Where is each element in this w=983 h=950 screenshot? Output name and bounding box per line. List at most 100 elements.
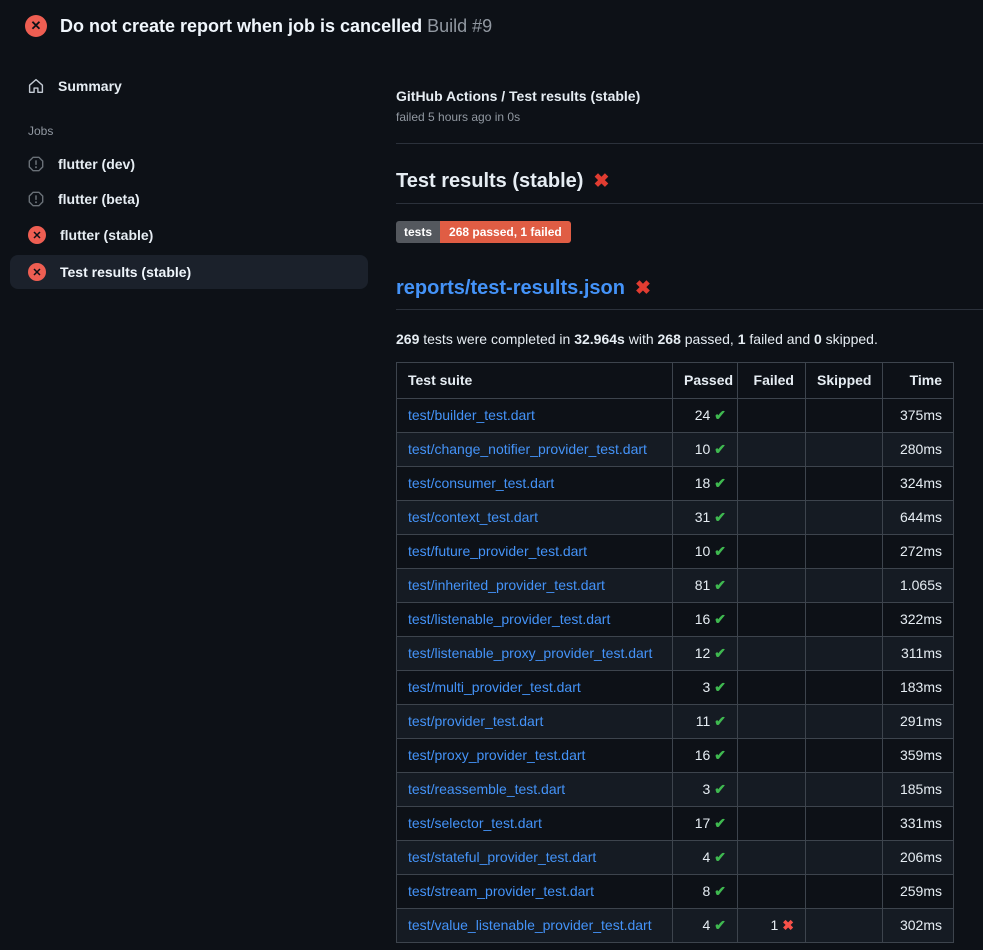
failed-cell <box>738 501 806 535</box>
time-cell: 291ms <box>883 705 954 739</box>
table-row: test/stream_provider_test.dart8✔259ms <box>397 875 954 909</box>
skipped-cell <box>806 773 883 807</box>
failed-cell <box>738 875 806 909</box>
test-suite-link[interactable]: test/change_notifier_provider_test.dart <box>408 441 647 457</box>
failed-x-circle-icon: ✕ <box>25 15 47 37</box>
run-meta: failed 5 hours ago in 0s <box>396 110 983 124</box>
passed-cell: 11✔ <box>673 705 738 739</box>
time-cell: 324ms <box>883 467 954 501</box>
suite-cell: test/context_test.dart <box>397 501 673 535</box>
failed-x-circle-icon: ✕ <box>28 226 46 244</box>
time-cell: 644ms <box>883 501 954 535</box>
summary-segment: 0 <box>814 331 822 347</box>
table-row: test/builder_test.dart24✔375ms <box>397 399 954 433</box>
suite-cell: test/reassemble_test.dart <box>397 773 673 807</box>
sidebar-item-test-results-stable[interactable]: ✕ Test results (stable) <box>10 255 368 289</box>
badge-label: tests <box>396 221 440 243</box>
sidebar-item-summary[interactable]: Summary <box>10 70 368 102</box>
run-header: ✕ Do not create report when job is cance… <box>0 0 983 50</box>
table-header-row: Test suite Passed Failed Skipped Time <box>397 363 954 399</box>
time-cell: 359ms <box>883 739 954 773</box>
report-file-link[interactable]: reports/test-results.json <box>396 277 625 300</box>
test-suite-link[interactable]: test/listenable_proxy_provider_test.dart <box>408 645 652 661</box>
cross-icon: ✖ <box>782 917 794 933</box>
table-row: test/provider_test.dart 11✔ 291ms <box>397 705 954 739</box>
skipped-cell <box>806 705 883 739</box>
test-suite-link[interactable]: test/stateful_provider_test.dart <box>408 849 596 865</box>
time-cell: 280ms <box>883 433 954 467</box>
passed-cell: 3✔ <box>673 773 738 807</box>
test-suite-link[interactable]: test/proxy_provider_test.dart <box>408 747 585 763</box>
skipped-cell <box>806 501 883 535</box>
check-icon: ✔ <box>714 713 726 729</box>
failed-cell <box>738 739 806 773</box>
table-row: test/stateful_provider_test.dart4✔206ms <box>397 841 954 875</box>
suite-cell: test/selector_test.dart <box>397 807 673 841</box>
breadcrumb: GitHub Actions / Test results (stable) <box>396 88 983 104</box>
test-suite-link[interactable]: test/context_test.dart <box>408 509 538 525</box>
time-cell: 183ms <box>883 671 954 705</box>
skipped-cell <box>806 637 883 671</box>
skipped-cell <box>806 739 883 773</box>
failed-cell <box>738 637 806 671</box>
failed-cell <box>738 467 806 501</box>
passed-cell: 16✔ <box>673 739 738 773</box>
time-cell: 185ms <box>883 773 954 807</box>
failed-cell <box>738 807 806 841</box>
skipped-cell <box>806 841 883 875</box>
column-header-skipped: Skipped <box>806 363 883 399</box>
sidebar-item-flutter-beta[interactable]: flutter (beta) <box>10 183 368 215</box>
check-icon: ✔ <box>714 543 726 559</box>
main-content: GitHub Actions / Test results (stable) f… <box>396 50 983 943</box>
skipped-cell <box>806 807 883 841</box>
table-row: test/selector_test.dart17✔331ms <box>397 807 954 841</box>
failed-cell <box>738 569 806 603</box>
test-suite-link[interactable]: test/future_provider_test.dart <box>408 543 587 559</box>
summary-sentence: 269 tests were completed in 32.964s with… <box>396 331 983 347</box>
divider <box>396 143 983 144</box>
table-row: test/listenable_provider_test.dart16✔322… <box>397 603 954 637</box>
skipped-cell <box>806 875 883 909</box>
suite-cell: test/consumer_test.dart <box>397 467 673 501</box>
test-suite-link[interactable]: test/stream_provider_test.dart <box>408 883 594 899</box>
test-suite-link[interactable]: test/provider_test.dart <box>408 713 543 729</box>
suite-cell: test/stateful_provider_test.dart <box>397 841 673 875</box>
test-suite-link[interactable]: test/selector_test.dart <box>408 815 542 831</box>
passed-cell: 10✔ <box>673 433 738 467</box>
skipped-cell <box>806 909 883 943</box>
skipped-cell <box>806 433 883 467</box>
summary-segment: with <box>625 331 658 347</box>
skipped-cell <box>806 399 883 433</box>
test-suite-link[interactable]: test/inherited_provider_test.dart <box>408 577 605 593</box>
sidebar-item-label: flutter (stable) <box>60 227 153 243</box>
test-suite-link[interactable]: test/listenable_provider_test.dart <box>408 611 610 627</box>
cancelled-stop-icon <box>28 156 44 172</box>
passed-cell: 3✔ <box>673 671 738 705</box>
test-suite-link[interactable]: test/value_listenable_provider_test.dart <box>408 917 652 933</box>
time-cell: 331ms <box>883 807 954 841</box>
passed-cell: 81✔ <box>673 569 738 603</box>
check-icon: ✔ <box>714 679 726 695</box>
summary-segment: tests were completed in <box>419 331 574 347</box>
test-suite-link[interactable]: test/consumer_test.dart <box>408 475 554 491</box>
test-suite-link[interactable]: test/reassemble_test.dart <box>408 781 565 797</box>
build-number: Build #9 <box>427 16 492 36</box>
run-title: Do not create report when job is cancell… <box>60 16 492 37</box>
table-row: test/future_provider_test.dart10✔272ms <box>397 535 954 569</box>
failed-cross-icon: ✖ <box>593 172 609 191</box>
sidebar-item-flutter-dev[interactable]: flutter (dev) <box>10 148 368 180</box>
summary-segment: passed, <box>681 331 738 347</box>
sidebar-item-flutter-stable[interactable]: ✕ flutter (stable) <box>10 218 368 252</box>
check-icon: ✔ <box>714 441 726 457</box>
check-icon: ✔ <box>714 815 726 831</box>
time-cell: 206ms <box>883 841 954 875</box>
test-suite-link[interactable]: test/multi_provider_test.dart <box>408 679 581 695</box>
sidebar: Summary Jobs flutter (dev) flutter (beta… <box>0 50 396 292</box>
column-header-test-suite: Test suite <box>397 363 673 399</box>
suite-cell: test/future_provider_test.dart <box>397 535 673 569</box>
test-suite-link[interactable]: test/builder_test.dart <box>408 407 535 423</box>
failed-x-circle-icon: ✕ <box>28 263 46 281</box>
skipped-cell <box>806 535 883 569</box>
tests-badge: tests 268 passed, 1 failed <box>396 221 571 243</box>
check-icon: ✔ <box>714 407 726 423</box>
